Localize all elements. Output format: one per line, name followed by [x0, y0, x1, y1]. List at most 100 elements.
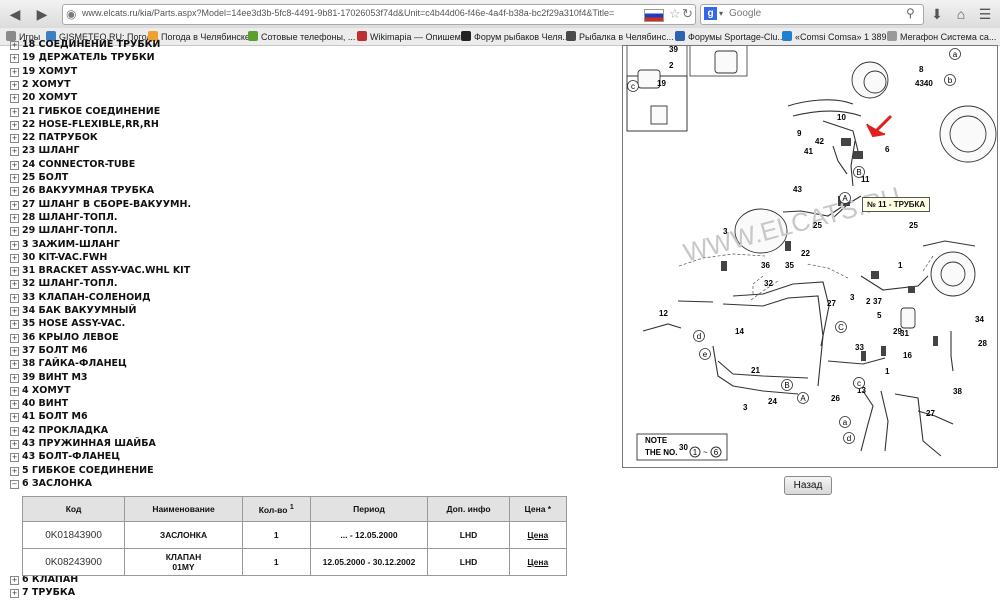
expand-toggle-icon[interactable]: + — [10, 107, 19, 117]
callout-number[interactable]: 24 — [768, 397, 777, 406]
tree-item[interactable]: +22 ПАТРУБОК — [10, 132, 98, 145]
expand-toggle-icon[interactable]: + — [10, 67, 19, 77]
expand-toggle-icon[interactable]: − — [10, 479, 19, 489]
callout-number[interactable]: 36 — [761, 261, 770, 270]
callout-number[interactable]: 43 — [793, 185, 802, 194]
tree-item[interactable]: +18 СОЕДИНЕНИЕ ТРУБКИ — [10, 39, 160, 52]
callout-number[interactable]: 28 — [978, 339, 987, 348]
parts-diagram[interactable]: WWW.ELCATS.RU 39 2 19 8 4340 10 9 42 41 6 11 43 3 25 2… — [622, 45, 998, 468]
tree-item[interactable]: +5 ГИБКОЕ СОЕДИНЕНИЕ — [10, 465, 154, 478]
expand-toggle-icon[interactable]: + — [10, 147, 19, 157]
expand-toggle-icon[interactable]: + — [10, 187, 19, 197]
callout-number[interactable]: 26 — [831, 394, 840, 403]
expand-toggle-icon[interactable]: + — [10, 253, 19, 263]
callout-number[interactable]: 1 — [885, 367, 890, 376]
back-arrow-icon[interactable]: ◀ — [5, 4, 25, 24]
callout-number[interactable]: 3 — [850, 293, 855, 302]
tree-item[interactable]: +29 ШЛАНГ-ТОПЛ. — [10, 225, 117, 238]
bookmark-item[interactable]: Форумы Sportage-Clu... — [675, 31, 785, 42]
callout-number[interactable]: 31 — [900, 329, 909, 338]
expand-toggle-icon[interactable]: + — [10, 466, 19, 476]
expand-toggle-icon[interactable]: + — [10, 426, 19, 436]
tree-item[interactable]: +36 КРЫЛО ЛЕВОЕ — [10, 332, 119, 345]
tree-item[interactable]: +23 ШЛАНГ — [10, 145, 80, 158]
expand-toggle-icon[interactable]: + — [10, 386, 19, 396]
bookmark-item[interactable]: «Comsi Comsa» 1 389... — [782, 31, 894, 42]
callout-number[interactable]: 14 — [735, 327, 744, 336]
download-icon[interactable]: ⬇ — [927, 4, 947, 24]
tree-item[interactable]: +25 БОЛТ — [10, 172, 68, 185]
callout-number[interactable]: 25 — [909, 221, 918, 230]
tree-item[interactable]: +22 HOSE-FLEXIBLE,RR,RH — [10, 119, 159, 132]
callout-number[interactable]: 5 — [877, 311, 882, 320]
tree-item[interactable]: +33 КЛАПАН-СОЛЕНОИД — [10, 292, 151, 305]
callout-number[interactable]: 33 — [855, 343, 864, 352]
expand-toggle-icon[interactable]: + — [10, 413, 19, 423]
bookmark-item[interactable]: Рыбалка в Челябинс... — [566, 31, 674, 42]
tree-item[interactable]: +38 ГАЙКА-ФЛАНЕЦ — [10, 358, 127, 371]
tree-item[interactable]: +34 БАК ВАКУУМНЫЙ — [10, 305, 136, 318]
tree-item[interactable]: +24 CONNECTOR-TUBE — [10, 159, 135, 172]
tree-item[interactable]: +42 ПРОКЛАДКА — [10, 425, 108, 438]
search-input[interactable]: g ▾ Google ⚲ — [700, 4, 924, 25]
callout-number[interactable]: 2 — [669, 61, 674, 70]
home-icon[interactable]: ⌂ — [951, 4, 971, 24]
tree-item[interactable]: +26 ВАКУУМНАЯ ТРУБКА — [10, 185, 154, 198]
expand-toggle-icon[interactable]: + — [10, 320, 19, 330]
tree-item[interactable]: +43 ПРУЖИННАЯ ШАЙБА — [10, 438, 156, 451]
search-icon[interactable]: ⚲ — [906, 6, 915, 20]
expand-toggle-icon[interactable]: + — [10, 134, 19, 144]
callout-number[interactable]: 35 — [785, 261, 794, 270]
tree-item[interactable]: +2 ХОМУТ — [10, 79, 71, 92]
expand-toggle-icon[interactable]: + — [10, 333, 19, 343]
callout-number[interactable]: 6 — [885, 145, 890, 154]
expand-toggle-icon[interactable]: + — [10, 227, 19, 237]
reload-icon[interactable]: ↻ — [682, 6, 693, 22]
tree-item[interactable]: +7 ТРУБКА — [10, 587, 75, 600]
callout-number[interactable]: 41 — [804, 147, 813, 156]
expand-toggle-icon[interactable]: + — [10, 589, 19, 599]
expand-toggle-icon[interactable]: + — [10, 160, 19, 170]
callout-number[interactable]: 16 — [903, 351, 912, 360]
forward-arrow-icon[interactable]: ▶ — [32, 4, 52, 24]
expand-toggle-icon[interactable]: + — [10, 293, 19, 303]
expand-toggle-icon[interactable]: + — [10, 307, 19, 316]
tree-item[interactable]: +20 ХОМУТ — [10, 92, 77, 105]
callout-number[interactable]: 10 — [837, 113, 846, 122]
callout-number[interactable]: 3 — [743, 403, 748, 412]
bookmark-item[interactable]: Форум рыбаков Челя... — [461, 31, 570, 42]
tree-item[interactable]: +41 БОЛТ М6 — [10, 411, 88, 424]
callout-number[interactable]: 42 — [815, 137, 824, 146]
chevron-down-icon[interactable]: ▾ — [719, 9, 723, 18]
expand-toggle-icon[interactable]: + — [10, 360, 19, 370]
callout-number[interactable]: 4340 — [915, 79, 933, 88]
bookmark-item[interactable]: Погода в Челябинске — [148, 31, 250, 42]
callout-number[interactable]: 3 — [723, 227, 728, 236]
callout-number[interactable]: 34 — [975, 315, 984, 324]
tree-item[interactable]: +32 ШЛАНГ-ТОПЛ. — [10, 278, 117, 291]
expand-toggle-icon[interactable]: + — [10, 200, 19, 210]
back-button[interactable]: Назад — [784, 476, 832, 495]
bookmark-item[interactable]: Wikimapia — Опишем ... — [357, 31, 471, 42]
tree-item[interactable]: +3 ЗАЖИМ-ШЛАНГ — [10, 239, 120, 252]
tree-item[interactable]: +21 ГИБКОЕ СОЕДИНЕНИЕ — [10, 106, 160, 119]
tree-item[interactable]: +37 БОЛТ М6 — [10, 345, 88, 358]
tree-item[interactable]: +35 HOSE ASSY-VAC. — [10, 318, 125, 331]
callout-number[interactable]: 22 — [801, 249, 810, 258]
expand-toggle-icon[interactable]: + — [10, 280, 19, 290]
callout-number[interactable]: 9 — [797, 129, 802, 138]
callout-number[interactable]: 12 — [659, 309, 668, 318]
callout-number[interactable]: 38 — [953, 387, 962, 396]
expand-toggle-icon[interactable]: + — [10, 94, 19, 104]
callout-number[interactable]: 27 — [827, 299, 836, 308]
expand-toggle-icon[interactable]: + — [10, 80, 19, 90]
expand-toggle-icon[interactable]: + — [10, 41, 19, 50]
tree-item[interactable]: +27 ШЛАНГ В СБОРЕ-ВАКУУМН. — [10, 199, 191, 212]
tree-item[interactable]: +19 ДЕРЖАТЕЛЬ ТРУБКИ — [10, 52, 155, 65]
callout-number[interactable]: 8 — [919, 65, 924, 74]
expand-toggle-icon[interactable]: + — [10, 400, 19, 410]
address-bar[interactable]: ◉ www.elcats.ru/kia/Parts.aspx?Model=14e… — [62, 4, 696, 25]
expand-toggle-icon[interactable]: + — [10, 576, 19, 585]
expand-toggle-icon[interactable]: + — [10, 440, 19, 449]
tree-item[interactable]: +4 ХОМУТ — [10, 385, 71, 398]
